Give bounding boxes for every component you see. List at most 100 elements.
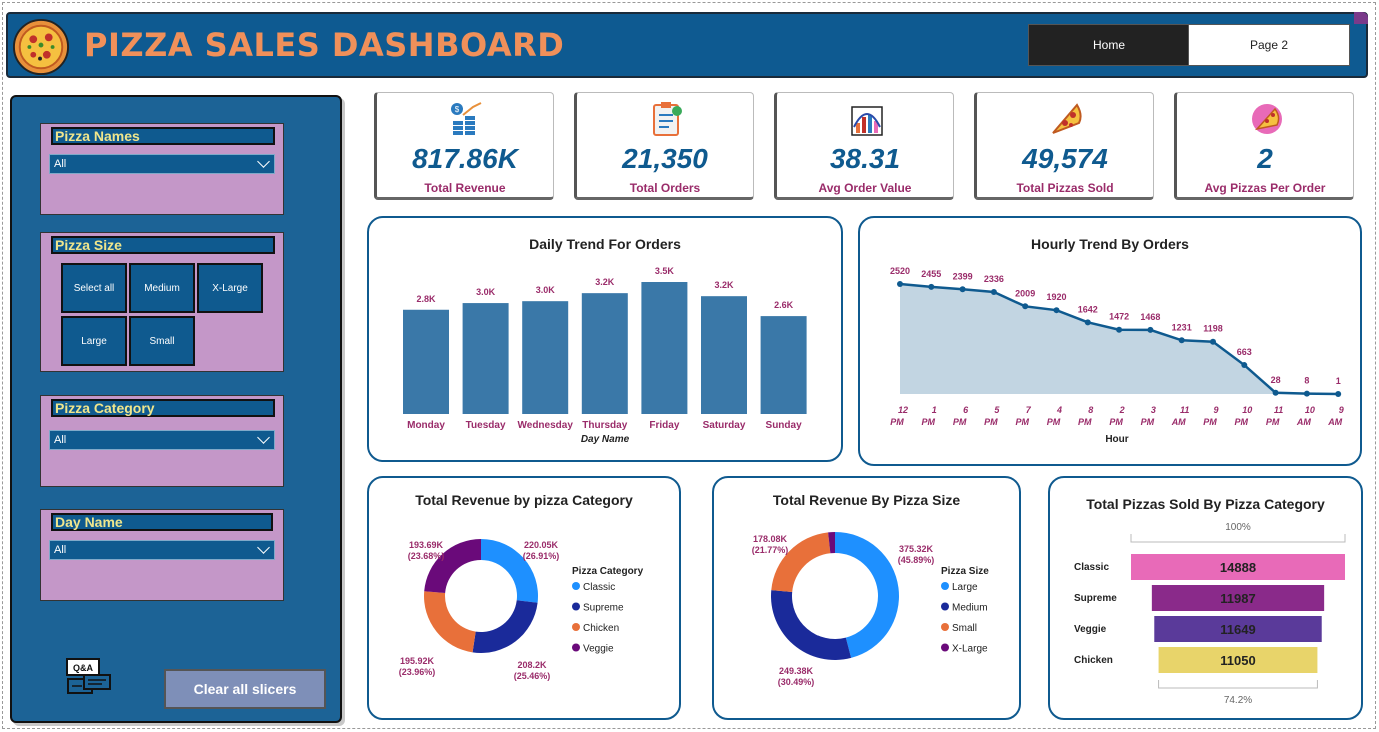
legend-marker — [941, 602, 949, 611]
category-label: Classic — [1074, 562, 1109, 573]
data-label: 11050 — [1220, 653, 1255, 668]
header-accent — [1354, 12, 1368, 24]
daily-trend-card: Daily Trend For Orders 2.8K Monday 3.0K Tue… — [367, 216, 843, 462]
data-label: 208.2K — [517, 660, 547, 670]
clear-slicers-button[interactable]: Clear all slicers — [164, 669, 326, 709]
slicer-pizza-category: Pizza Category All — [40, 395, 284, 487]
bar — [522, 301, 569, 414]
data-label: 195.92K — [400, 656, 435, 666]
slicer-pizza-names: Pizza Names All — [40, 123, 284, 215]
legend-label: Supreme — [583, 603, 624, 614]
revenue-by-size-card: Total Revenue By Pizza Size 375.32K (45.8… — [712, 476, 1021, 720]
percent-label: (26.91%) — [523, 551, 560, 561]
data-label: 193.69K — [409, 540, 444, 550]
kpi-label: Total Orders — [629, 181, 701, 195]
size-option-large[interactable]: Large — [61, 316, 127, 366]
chevron-down-icon — [257, 541, 270, 554]
percent-label: (45.89%) — [898, 555, 935, 565]
kpi-label: Total Pizzas Sold — [1016, 181, 1114, 195]
qa-icon[interactable]: Q&A — [66, 657, 112, 703]
slicer-title: Pizza Size — [51, 236, 275, 254]
data-label: 2336 — [984, 274, 1004, 284]
bar — [701, 296, 747, 414]
percent-label: (23.96%) — [399, 667, 436, 677]
size-option-x-large[interactable]: X-Large — [197, 263, 263, 313]
data-label: 3.0K — [476, 287, 496, 297]
category-label: Veggie — [1074, 624, 1107, 635]
tick-label: 9 AM — [1327, 405, 1344, 427]
percent-label: (25.46%) — [514, 671, 551, 681]
hourly-trend-chart: 252012 PM24551 PM23996 PM23365 PM20097 PM1920… — [890, 266, 1344, 445]
data-point — [1303, 390, 1310, 397]
data-label: 2455 — [921, 269, 941, 279]
page-title: PIZZA SALES DASHBOARD — [84, 26, 565, 64]
size-option-small[interactable]: Small — [129, 316, 195, 366]
tick-label: Sunday — [766, 420, 803, 431]
slicer-day-name: Day Name All — [40, 509, 284, 601]
axis-label: Hour — [1105, 434, 1128, 445]
pizza-icon — [1252, 104, 1282, 134]
day-name-dropdown[interactable]: All — [49, 540, 275, 560]
kpi-total-pizzas-sold: 49,574 Total Pizzas Sold — [974, 92, 1154, 200]
legend-marker — [941, 643, 949, 652]
tick-label: 9 PM — [1203, 405, 1218, 427]
revenue-by-size-chart: 375.32K(45.89%) 249.38K(30.49%) 178.08K(21… — [752, 532, 989, 687]
pizza-slice-icon — [1052, 103, 1082, 134]
kpi-total-orders: 21,350 Total Orders — [574, 92, 754, 200]
tick-label: 2 PM — [1109, 405, 1124, 427]
kpi-value: 38.31 — [829, 143, 901, 174]
data-label: 249.38K — [779, 666, 814, 676]
data-label: 1198 — [1203, 324, 1223, 334]
bar — [760, 316, 807, 414]
data-label: 11987 — [1220, 591, 1255, 606]
tick-label: Saturday — [703, 420, 746, 431]
legend-marker — [572, 643, 580, 652]
tick-label: Tuesday — [466, 420, 506, 431]
tick-label: Wednesday — [518, 420, 574, 431]
daily-trend-chart: 2.8K Monday 3.0K Tuesday 3.0K Wednesday 3.2K Th… — [403, 266, 807, 445]
tick-label: 10 PM — [1235, 405, 1253, 427]
nav-page2-button[interactable]: Page 2 — [1188, 24, 1350, 66]
kpi-value: 49,574 — [1022, 143, 1108, 174]
legend-marker — [572, 602, 580, 611]
pie-slice — [424, 591, 476, 653]
pizza-logo-icon — [12, 18, 70, 76]
tick-label: 5 PM — [984, 405, 1000, 427]
pizza-category-dropdown[interactable]: All — [49, 430, 275, 450]
tick-label: Friday — [649, 420, 679, 431]
tick-label: 4 PM — [1047, 405, 1062, 427]
legend-label: Large — [952, 582, 978, 593]
kpi-value: 2 — [1257, 143, 1273, 174]
data-label: 663 — [1237, 347, 1252, 357]
data-point — [1084, 319, 1091, 326]
data-label: 2399 — [953, 271, 973, 281]
legend-label: Medium — [952, 603, 988, 614]
legend-marker — [941, 623, 949, 631]
kpi-label: Total Revenue — [424, 181, 506, 195]
data-label: 178.08K — [753, 534, 788, 544]
size-option-medium[interactable]: Medium — [129, 263, 195, 313]
data-label: 2009 — [1015, 288, 1035, 298]
nav-home-button[interactable]: Home — [1028, 24, 1190, 66]
pie-slice — [472, 600, 538, 653]
data-point — [1053, 307, 1060, 314]
slicer-pizza-size: Pizza Size Select all Medium X-Large Lar… — [40, 232, 284, 372]
pizzas-by-category-chart: 100% 14888 Classic 11987 Supreme 11649 Veggie 1… — [1074, 522, 1346, 706]
data-label: 220.05K — [524, 540, 559, 550]
tick-label: 12 PM — [890, 405, 908, 427]
category-label: Supreme — [1074, 593, 1117, 604]
legend-title: Pizza Category — [572, 566, 644, 577]
data-point — [1210, 338, 1216, 345]
data-label: 28 — [1271, 375, 1281, 385]
revenue-by-category-chart: 220.05K(26.91%) 208.2K(25.46%) 195.92K(23.… — [399, 539, 644, 681]
size-option-select-all[interactable]: Select all — [61, 263, 127, 313]
pizzas-by-category-card: Total Pizzas Sold By Pizza Category 100%… — [1048, 476, 1363, 720]
chevron-down-icon — [257, 431, 270, 444]
data-label: 1231 — [1172, 322, 1192, 332]
tick-label: 8 PM — [1078, 405, 1093, 427]
pizza-names-dropdown[interactable]: All — [49, 154, 275, 174]
bar — [403, 309, 449, 414]
funnel-bottom-label: 74.2% — [1224, 695, 1252, 706]
data-label: 375.32K — [899, 544, 934, 554]
slicer-title: Pizza Category — [51, 399, 275, 417]
